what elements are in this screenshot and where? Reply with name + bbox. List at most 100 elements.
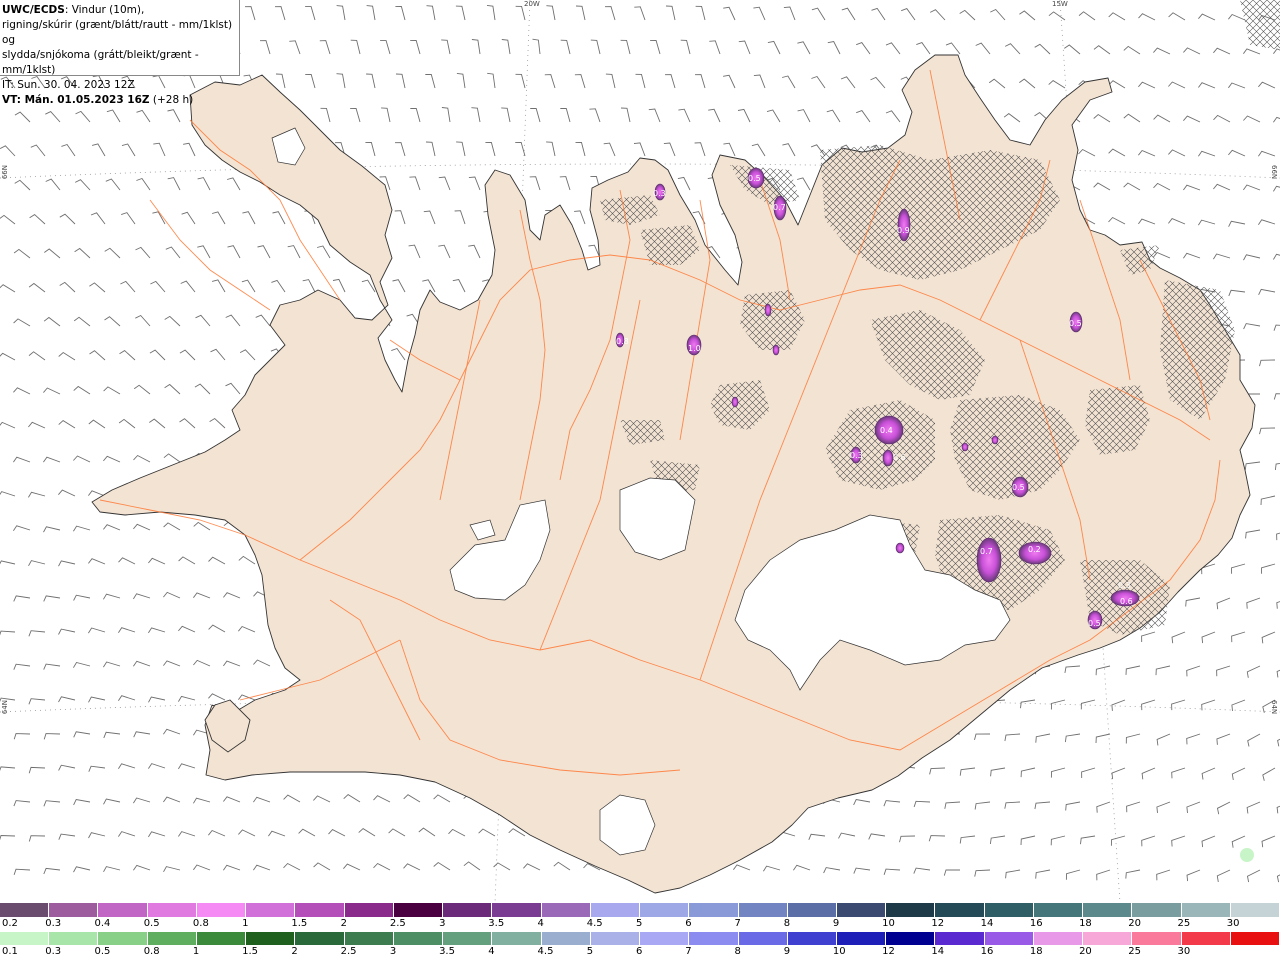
- rain-legend-swatch: [984, 932, 1034, 945]
- snow-legend-swatch: [1181, 903, 1231, 917]
- rain-legend-swatch: [1083, 932, 1133, 945]
- snow-legend-label: 0.4: [94, 918, 111, 929]
- weather-map: 0.5 0.7 0.9 0.3 0.8 1.0 0.4 0.3 0.5 0.7 0.2 0.5 0.6 0…: [0, 0, 1280, 903]
- rain-legend-labels: 0.1 0.3 0.5 0.8 1 1.5 2 2.5 3 3.5 4 4.5 5 6 7 8 9 10 12 14 1…: [0, 946, 1280, 960]
- rain-legend-label: 0.5: [94, 946, 111, 957]
- rain-legend-label: 7: [685, 946, 692, 957]
- precip-value: 0.8: [616, 337, 629, 346]
- snow-legend-swatch: [738, 903, 788, 917]
- snow-legend-swatch: [640, 903, 690, 917]
- precip-value: 0.9: [897, 226, 910, 235]
- rain-legend-label: 14: [931, 946, 945, 957]
- valid-time: VT: Mán. 01.05.2023 16Z: [2, 94, 150, 106]
- snow-legend-label: 3: [439, 918, 446, 929]
- precip-value: 0.7: [980, 547, 993, 556]
- snow-legend-label: 30: [1226, 918, 1240, 929]
- rain-legend-label: 10: [832, 946, 846, 957]
- snow-legend-swatch: [98, 903, 148, 917]
- snow-legend-label: 14: [980, 918, 994, 929]
- rain-legend-label: 1.5: [242, 946, 259, 957]
- snow-legend-label: 0.5: [143, 918, 160, 929]
- precip-value: 0.5: [748, 174, 761, 183]
- rain-legend-swatch: [541, 932, 591, 945]
- snow-legend-label: 0.8: [192, 918, 209, 929]
- snow-legend-swatch: [787, 903, 837, 917]
- product-rain-desc: rigning/skúrir (grænt/blátt/rautt - mm/1…: [2, 19, 233, 46]
- snow-legend-label: 10: [882, 918, 895, 929]
- rain-legend-swatch: [344, 932, 394, 945]
- rain-legend-swatch: [689, 932, 739, 945]
- snow-legend-bar: [0, 903, 1280, 917]
- rain-legend-label: 3.5: [439, 946, 455, 957]
- precip-value: 0.5: [1088, 619, 1101, 628]
- snow-legend-swatch: [935, 903, 985, 917]
- snow-legend-label: 0.2: [2, 918, 18, 929]
- rain-legend-label: 3: [389, 946, 397, 957]
- rain-legend-swatch: [98, 932, 148, 945]
- rain-legend-swatch: [1132, 932, 1182, 945]
- rain-legend-swatch: [738, 932, 788, 945]
- rain-legend-label: 6: [636, 946, 643, 957]
- precip-value: 0.2: [1028, 545, 1041, 554]
- snow-legend-labels: 0.2 0.3 0.4 0.5 0.8 1 1.5 2 2.5 3 3.5 4 4.5 5 6 7 8 9 10 12…: [0, 918, 1280, 932]
- rain-legend-label: 4.5: [537, 946, 554, 957]
- snow-legend-label: 20: [1128, 918, 1142, 929]
- issue-time: IT: Sun. 30. 04. 2023 12Z: [2, 79, 135, 91]
- snow-legend-label: 1: [242, 918, 249, 929]
- snow-legend-swatch: [147, 903, 197, 917]
- rain-cell: [1240, 848, 1254, 862]
- product-snow-desc: slydda/snjókoma (grátt/bleikt/grænt - mm…: [2, 49, 199, 76]
- snow-legend-swatch: [196, 903, 247, 917]
- rain-legend-label: 20: [1079, 946, 1092, 957]
- snow-legend-label: 12: [931, 918, 945, 929]
- rain-legend-label: 2.5: [340, 946, 357, 957]
- rain-legend-swatch: [590, 932, 641, 945]
- snow-legend-label: 6: [685, 918, 692, 929]
- rain-legend-label: 0.1: [2, 946, 18, 957]
- precip-value: 0.5: [1012, 483, 1025, 492]
- rain-legend-swatch: [196, 932, 247, 945]
- snow-legend-swatch: [590, 903, 641, 917]
- precip-value: 0.5: [1069, 319, 1082, 328]
- snow-legend-label: 16: [1029, 918, 1043, 929]
- rain-legend-swatch: [640, 932, 690, 945]
- lead-time: (+28 h): [149, 94, 194, 106]
- graticule-label-20w: 20W: [524, 0, 540, 8]
- rain-legend-swatch: [886, 932, 936, 945]
- snow-legend-swatch: [295, 903, 345, 917]
- snow-legend-swatch: [984, 903, 1034, 917]
- precip-value: 0.6: [1120, 597, 1133, 606]
- snow-legend-swatch: [1230, 903, 1280, 917]
- snow-legend-label: 4: [537, 918, 544, 929]
- rain-legend-swatch: [1181, 932, 1231, 945]
- precip-value: 0.7: [773, 203, 786, 212]
- graticule-label-64n-right: 64N: [1270, 700, 1278, 715]
- snow-legend-swatch: [393, 903, 444, 917]
- rain-legend-bar: [0, 932, 1280, 945]
- precip-value: 0.3: [1118, 581, 1131, 590]
- rain-legend-swatch: [246, 932, 296, 945]
- snow-legend-label: 9: [832, 918, 840, 929]
- rain-legend-swatch: [49, 932, 99, 945]
- rain-legend-swatch: [836, 932, 887, 945]
- rain-legend-label: 0.8: [143, 946, 160, 957]
- snow-legend-swatch: [49, 903, 99, 917]
- graticule-label-66n-left: 66N: [1, 165, 9, 180]
- snow-legend-label: 2: [340, 918, 347, 929]
- product-subtitle: : Vindur (10m),: [64, 4, 145, 16]
- rain-legend-label: 4: [488, 946, 495, 957]
- rain-legend-label: 25: [1128, 946, 1142, 957]
- snow-legend-label: 8: [783, 918, 791, 929]
- graticule-label-15w: 15W: [1052, 0, 1068, 8]
- rain-legend-swatch: [1230, 932, 1280, 945]
- rain-legend-swatch: [295, 932, 345, 945]
- rain-legend-swatch: [1033, 932, 1084, 945]
- rain-legend-label: 30: [1177, 946, 1191, 957]
- rain-legend-label: 8: [734, 946, 741, 957]
- snow-legend-swatch: [443, 903, 493, 917]
- snow-legend-swatch: [541, 903, 591, 917]
- product-title: UWC/ECDS: [2, 4, 65, 16]
- snow-legend-label: 3.5: [488, 918, 505, 929]
- precip-value: 0.4: [880, 426, 893, 435]
- rain-legend-swatch: [0, 932, 50, 945]
